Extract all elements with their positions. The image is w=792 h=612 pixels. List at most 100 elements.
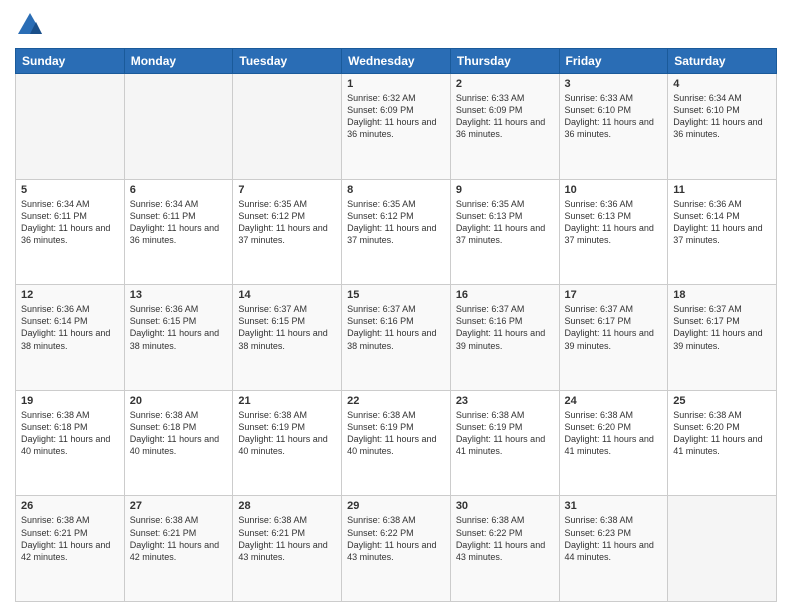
day-number: 28 xyxy=(238,500,336,512)
day-info: Sunrise: 6:36 AMSunset: 6:15 PMDaylight:… xyxy=(130,303,228,352)
calendar-cell: 26 Sunrise: 6:38 AMSunset: 6:21 PMDayligh… xyxy=(16,496,125,602)
day-number: 31 xyxy=(565,500,663,512)
day-info: Sunrise: 6:38 AMSunset: 6:18 PMDaylight:… xyxy=(21,409,119,458)
day-info: Sunrise: 6:38 AMSunset: 6:19 PMDaylight:… xyxy=(456,409,554,458)
day-info: Sunrise: 6:38 AMSunset: 6:18 PMDaylight:… xyxy=(130,409,228,458)
day-info: Sunrise: 6:35 AMSunset: 6:13 PMDaylight:… xyxy=(456,198,554,247)
header-day-monday: Monday xyxy=(124,49,233,74)
day-number: 15 xyxy=(347,289,445,301)
day-info: Sunrise: 6:38 AMSunset: 6:20 PMDaylight:… xyxy=(673,409,771,458)
day-number: 17 xyxy=(565,289,663,301)
day-number: 27 xyxy=(130,500,228,512)
day-number: 12 xyxy=(21,289,119,301)
day-number: 26 xyxy=(21,500,119,512)
day-info: Sunrise: 6:33 AMSunset: 6:09 PMDaylight:… xyxy=(456,92,554,141)
day-info: Sunrise: 6:33 AMSunset: 6:10 PMDaylight:… xyxy=(565,92,663,141)
calendar-cell xyxy=(668,496,777,602)
header-day-thursday: Thursday xyxy=(450,49,559,74)
calendar-cell: 31 Sunrise: 6:38 AMSunset: 6:23 PMDayligh… xyxy=(559,496,668,602)
calendar-cell: 20 Sunrise: 6:38 AMSunset: 6:18 PMDayligh… xyxy=(124,390,233,496)
day-number: 6 xyxy=(130,184,228,196)
calendar-cell: 29 Sunrise: 6:38 AMSunset: 6:22 PMDayligh… xyxy=(342,496,451,602)
header-day-friday: Friday xyxy=(559,49,668,74)
logo xyxy=(15,10,49,40)
calendar-cell xyxy=(124,74,233,180)
day-info: Sunrise: 6:38 AMSunset: 6:21 PMDaylight:… xyxy=(238,514,336,563)
day-info: Sunrise: 6:38 AMSunset: 6:22 PMDaylight:… xyxy=(347,514,445,563)
calendar-cell: 6 Sunrise: 6:34 AMSunset: 6:11 PMDaylight… xyxy=(124,179,233,285)
day-number: 14 xyxy=(238,289,336,301)
day-number: 30 xyxy=(456,500,554,512)
day-number: 18 xyxy=(673,289,771,301)
week-row-1: 1 Sunrise: 6:32 AMSunset: 6:09 PMDaylight… xyxy=(16,74,777,180)
calendar-cell: 12 Sunrise: 6:36 AMSunset: 6:14 PMDayligh… xyxy=(16,285,125,391)
header-day-sunday: Sunday xyxy=(16,49,125,74)
day-info: Sunrise: 6:37 AMSunset: 6:16 PMDaylight:… xyxy=(347,303,445,352)
calendar-cell: 16 Sunrise: 6:37 AMSunset: 6:16 PMDayligh… xyxy=(450,285,559,391)
day-number: 29 xyxy=(347,500,445,512)
calendar-cell: 14 Sunrise: 6:37 AMSunset: 6:15 PMDayligh… xyxy=(233,285,342,391)
day-number: 2 xyxy=(456,78,554,90)
calendar-cell: 21Sunrise: 6:38 AMSunset: 6:19 PMDayligh… xyxy=(233,390,342,496)
calendar-cell: 13 Sunrise: 6:36 AMSunset: 6:15 PMDayligh… xyxy=(124,285,233,391)
calendar-cell: 22 Sunrise: 6:38 AMSunset: 6:19 PMDayligh… xyxy=(342,390,451,496)
day-number: 20 xyxy=(130,395,228,407)
calendar-cell: 8Sunrise: 6:35 AMSunset: 6:12 PMDaylight… xyxy=(342,179,451,285)
calendar-cell: 28 Sunrise: 6:38 AMSunset: 6:21 PMDayligh… xyxy=(233,496,342,602)
day-info: Sunrise: 6:34 AMSunset: 6:11 PMDaylight:… xyxy=(21,198,119,247)
calendar-cell: 2 Sunrise: 6:33 AMSunset: 6:09 PMDaylight… xyxy=(450,74,559,180)
calendar-cell: 17 Sunrise: 6:37 AMSunset: 6:17 PMDayligh… xyxy=(559,285,668,391)
header-row: SundayMondayTuesdayWednesdayThursdayFrid… xyxy=(16,49,777,74)
calendar-cell: 4 Sunrise: 6:34 AMSunset: 6:10 PMDaylight… xyxy=(668,74,777,180)
day-number: 1 xyxy=(347,78,445,90)
day-number: 22 xyxy=(347,395,445,407)
day-info: Sunrise: 6:37 AMSunset: 6:17 PMDaylight:… xyxy=(565,303,663,352)
day-number: 24 xyxy=(565,395,663,407)
calendar-cell: 25 Sunrise: 6:38 AMSunset: 6:20 PMDayligh… xyxy=(668,390,777,496)
week-row-2: 5 Sunrise: 6:34 AMSunset: 6:11 PMDaylight… xyxy=(16,179,777,285)
calendar-body: 1 Sunrise: 6:32 AMSunset: 6:09 PMDaylight… xyxy=(16,74,777,602)
day-info: Sunrise: 6:37 AMSunset: 6:15 PMDaylight:… xyxy=(238,303,336,352)
day-number: 23 xyxy=(456,395,554,407)
day-number: 9 xyxy=(456,184,554,196)
header xyxy=(15,10,777,40)
day-info: Sunrise: 6:36 AMSunset: 6:14 PMDaylight:… xyxy=(21,303,119,352)
day-number: 3 xyxy=(565,78,663,90)
day-info: Sunrise: 6:34 AMSunset: 6:11 PMDaylight:… xyxy=(130,198,228,247)
calendar-cell xyxy=(233,74,342,180)
day-info: Sunrise: 6:34 AMSunset: 6:10 PMDaylight:… xyxy=(673,92,771,141)
page: SundayMondayTuesdayWednesdayThursdayFrid… xyxy=(0,0,792,612)
calendar-cell: 30 Sunrise: 6:38 AMSunset: 6:22 PMDayligh… xyxy=(450,496,559,602)
day-number: 4 xyxy=(673,78,771,90)
day-number: 19 xyxy=(21,395,119,407)
day-info: Sunrise: 6:38 AMSunset: 6:22 PMDaylight:… xyxy=(456,514,554,563)
day-number: 16 xyxy=(456,289,554,301)
day-info: Sunrise: 6:35 AMSunset: 6:12 PMDaylight:… xyxy=(347,198,445,247)
day-number: 5 xyxy=(21,184,119,196)
calendar-cell: 15 Sunrise: 6:37 AMSunset: 6:16 PMDayligh… xyxy=(342,285,451,391)
header-day-wednesday: Wednesday xyxy=(342,49,451,74)
calendar-cell: 9 Sunrise: 6:35 AMSunset: 6:13 PMDaylight… xyxy=(450,179,559,285)
day-info: Sunrise: 6:38 AMSunset: 6:19 PMDaylight:… xyxy=(238,409,336,458)
logo-icon xyxy=(15,10,45,40)
day-info: Sunrise: 6:38 AMSunset: 6:21 PMDaylight:… xyxy=(130,514,228,563)
day-info: Sunrise: 6:38 AMSunset: 6:23 PMDaylight:… xyxy=(565,514,663,563)
day-info: Sunrise: 6:37 AMSunset: 6:16 PMDaylight:… xyxy=(456,303,554,352)
day-info: Sunrise: 6:35 AMSunset: 6:12 PMDaylight:… xyxy=(238,198,336,247)
day-number: 7 xyxy=(238,184,336,196)
week-row-5: 26 Sunrise: 6:38 AMSunset: 6:21 PMDayligh… xyxy=(16,496,777,602)
calendar-table: SundayMondayTuesdayWednesdayThursdayFrid… xyxy=(15,48,777,602)
day-info: Sunrise: 6:36 AMSunset: 6:14 PMDaylight:… xyxy=(673,198,771,247)
day-number: 13 xyxy=(130,289,228,301)
day-info: Sunrise: 6:38 AMSunset: 6:19 PMDaylight:… xyxy=(347,409,445,458)
day-number: 11 xyxy=(673,184,771,196)
calendar-cell: 24Sunrise: 6:38 AMSunset: 6:20 PMDayligh… xyxy=(559,390,668,496)
calendar-cell xyxy=(16,74,125,180)
header-day-tuesday: Tuesday xyxy=(233,49,342,74)
calendar-cell: 19 Sunrise: 6:38 AMSunset: 6:18 PMDayligh… xyxy=(16,390,125,496)
day-number: 25 xyxy=(673,395,771,407)
day-info: Sunrise: 6:38 AMSunset: 6:21 PMDaylight:… xyxy=(21,514,119,563)
day-info: Sunrise: 6:32 AMSunset: 6:09 PMDaylight:… xyxy=(347,92,445,141)
calendar-cell: 3 Sunrise: 6:33 AMSunset: 6:10 PMDaylight… xyxy=(559,74,668,180)
week-row-4: 19 Sunrise: 6:38 AMSunset: 6:18 PMDayligh… xyxy=(16,390,777,496)
